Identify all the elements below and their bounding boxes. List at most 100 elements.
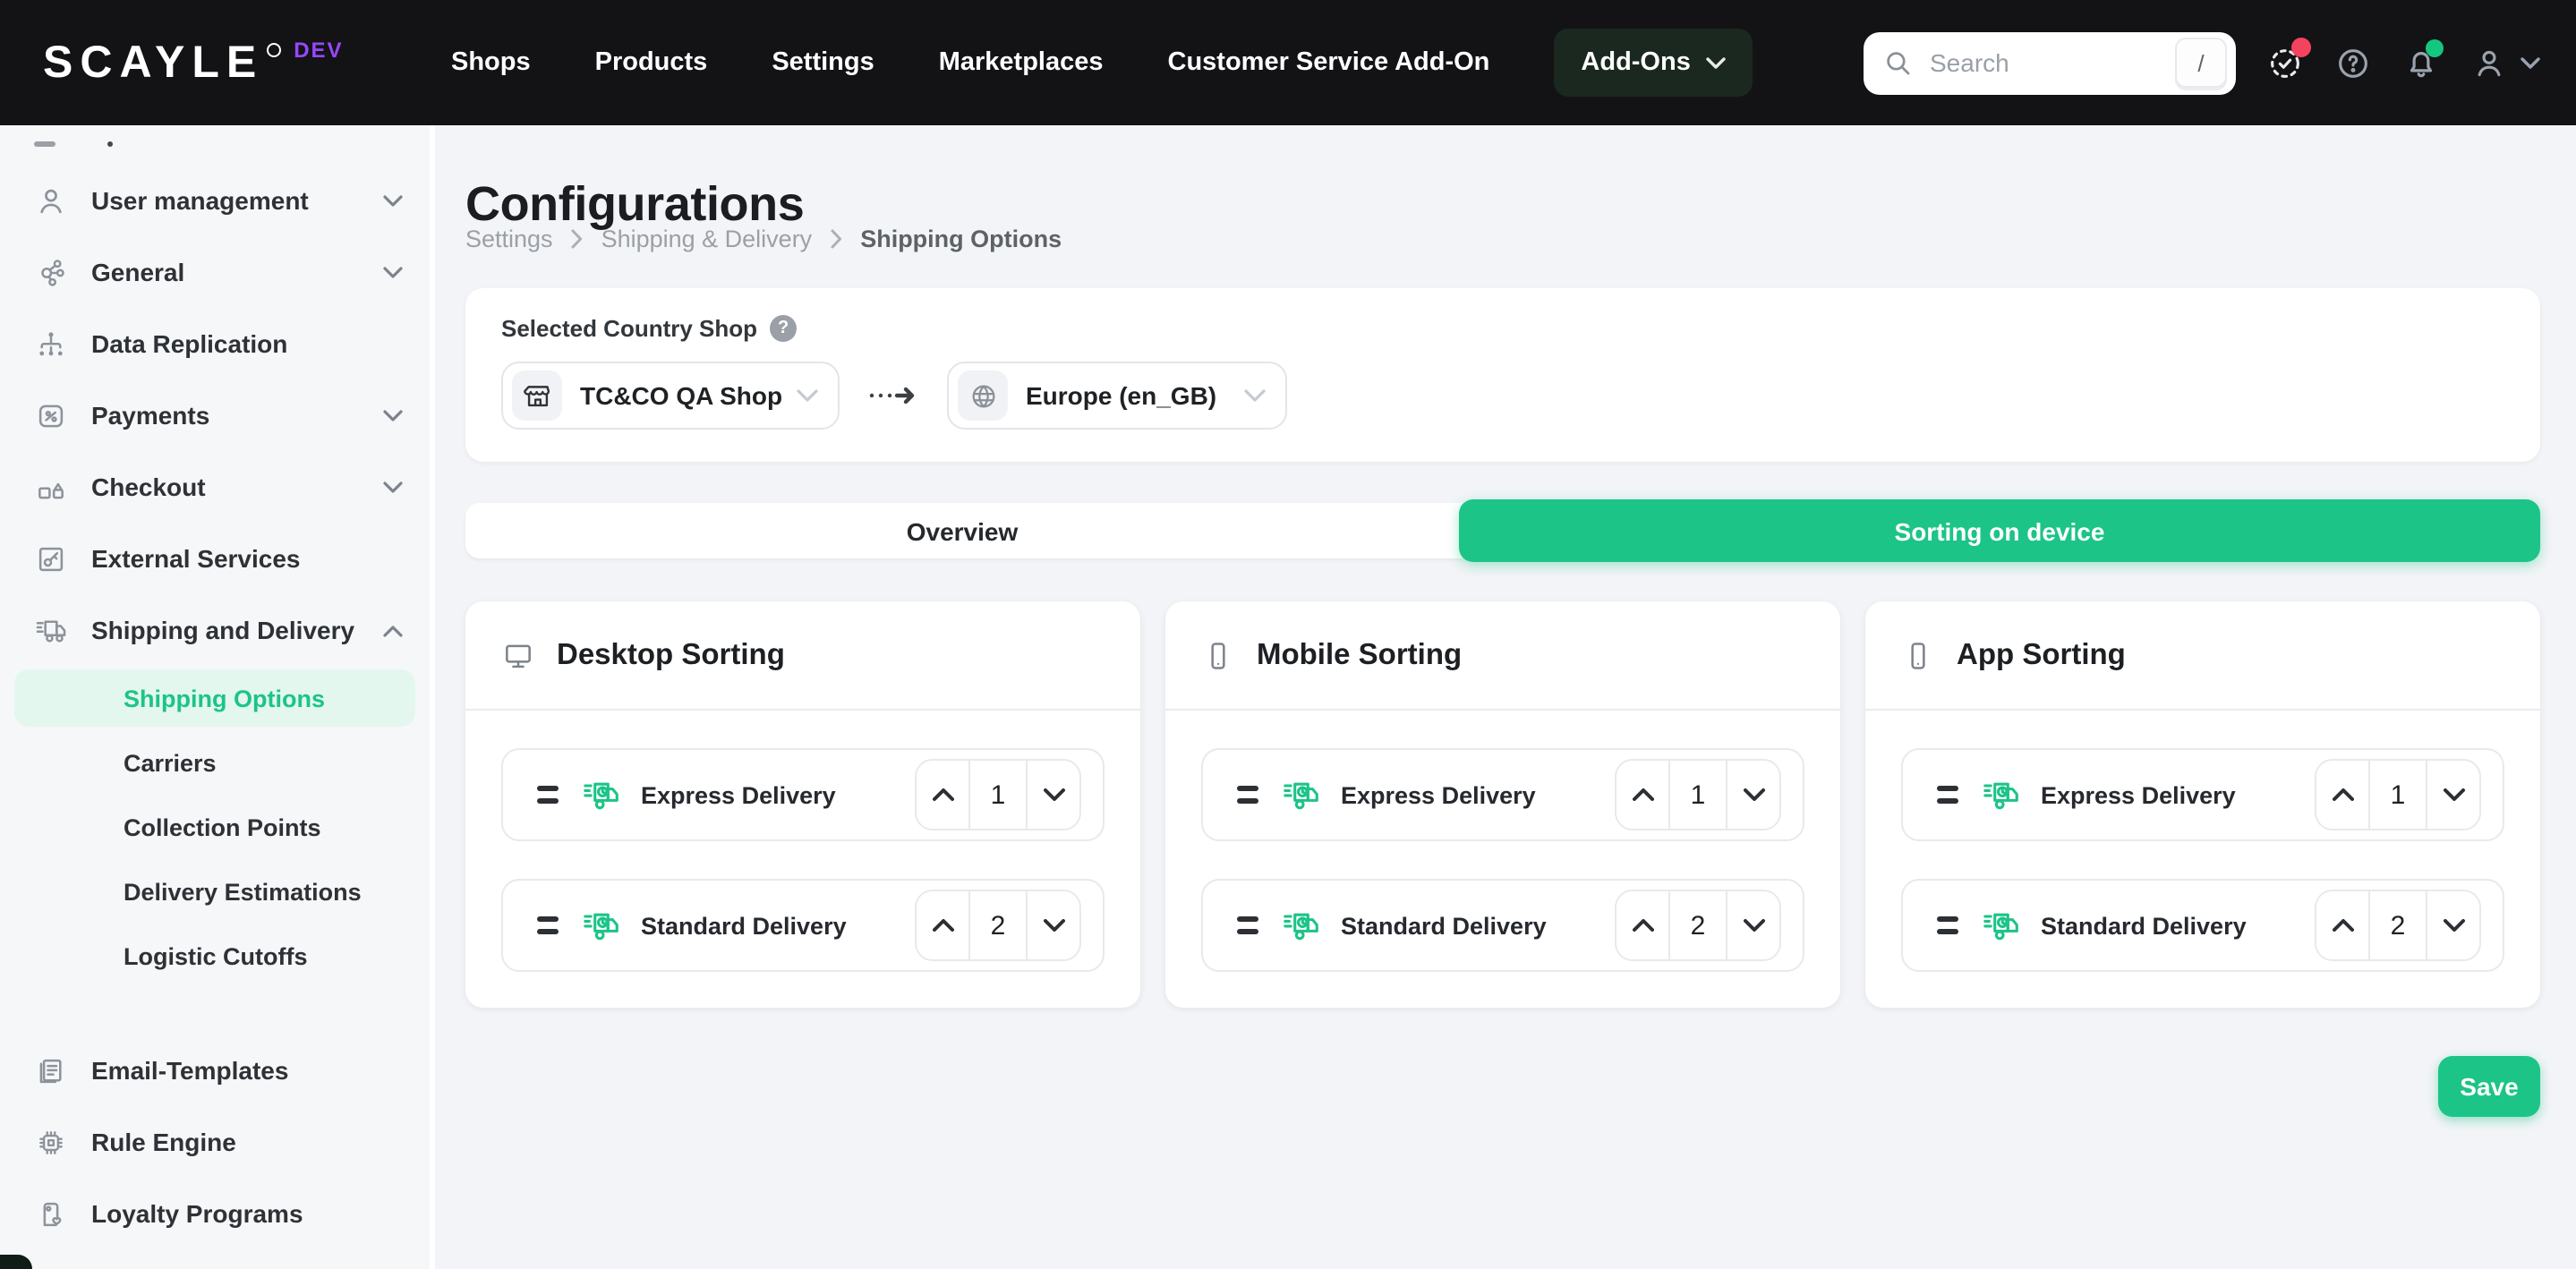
stepper-up-button[interactable] (917, 891, 968, 959)
card-body: Express Delivery 1 Standard Delivery 2 (1165, 711, 1840, 972)
scayle-logo[interactable]: SCAYLE DEV (43, 0, 344, 125)
sidebar-item-general[interactable]: General (0, 236, 430, 308)
stepper-down-button[interactable] (2427, 761, 2479, 829)
drag-handle-icon[interactable] (1237, 786, 1258, 804)
stepper-up-button[interactable] (1616, 891, 1668, 959)
search-input[interactable] (1926, 47, 2175, 79)
sidebar-item-delivery-estimations[interactable]: Delivery Estimations (0, 859, 430, 924)
storefront-icon (512, 370, 562, 421)
status-check-icon[interactable] (2266, 37, 2311, 81)
position-stepper: 2 (2315, 890, 2481, 961)
sidebar-item-external-services[interactable]: External Services (0, 523, 430, 594)
sort-row-express: Express Delivery 1 (1201, 748, 1804, 841)
sidebar: User management General Data Replication (0, 125, 435, 1269)
env-badge: DEV (294, 38, 344, 63)
logo-ring-icon (267, 43, 282, 57)
stepper-up-button[interactable] (917, 761, 968, 829)
nav-customer-service-addon[interactable]: Customer Service Add-On (1168, 48, 1490, 77)
card-header: App Sorting (1865, 601, 2540, 711)
breadcrumb-settings[interactable]: Settings (465, 226, 553, 252)
tab-overview[interactable]: Overview (465, 503, 1459, 558)
sorting-cards: Desktop Sorting Express Delivery 1 Stand… (465, 601, 2540, 1008)
card-body: Express Delivery 1 Standard Delivery 2 (465, 711, 1140, 972)
delivery-truck-icon (582, 777, 621, 813)
tag-heart-icon (34, 1197, 68, 1231)
position-value[interactable]: 1 (968, 761, 1028, 829)
position-value[interactable]: 1 (1668, 761, 1727, 829)
stepper-up-button[interactable] (1616, 761, 1668, 829)
help-badge-icon[interactable]: ? (770, 315, 798, 342)
drag-handle-icon[interactable] (1937, 916, 1958, 934)
stepper-down-button[interactable] (1727, 761, 1779, 829)
shipping-option-label: Express Delivery (1341, 781, 1536, 808)
monitor-icon (501, 638, 535, 672)
sidebar-item-checkout[interactable]: Checkout (0, 451, 430, 523)
position-value[interactable]: 1 (2368, 761, 2427, 829)
topbar-icons (2266, 37, 2540, 81)
checkout-icon (34, 470, 68, 504)
logo-text: SCAYLE (43, 37, 264, 87)
sidebar-item-rule-engine[interactable]: Rule Engine (0, 1106, 430, 1178)
chevron-down-icon (1707, 56, 1727, 69)
mobile-sorting-card: Mobile Sorting Express Delivery 1 Standa… (1165, 601, 1840, 1008)
page-title: Configurations (465, 177, 805, 232)
country-select-value: Europe (en_GB) (1026, 381, 1217, 410)
card-header: Desktop Sorting (465, 601, 1140, 711)
drag-handle-icon[interactable] (537, 786, 559, 804)
shop-select-value: TC&CO QA Shop (580, 381, 783, 410)
shop-selector-card: Selected Country Shop ? TC&CO QA Shop Eu… (465, 288, 2540, 462)
stepper-down-button[interactable] (1028, 891, 1079, 959)
notifications-bell-icon[interactable] (2402, 38, 2444, 81)
desktop-sorting-card: Desktop Sorting Express Delivery 1 Stand… (465, 601, 1140, 1008)
card-title: App Sorting (1957, 638, 2126, 670)
sidebar-item-collection-points[interactable]: Collection Points (0, 795, 430, 859)
sidebar-item-data-replication[interactable]: Data Replication (0, 308, 430, 379)
position-value[interactable]: 2 (2368, 891, 2427, 959)
drag-handle-icon[interactable] (1937, 786, 1958, 804)
shop-select[interactable]: TC&CO QA Shop (501, 362, 840, 430)
card-title: Mobile Sorting (1257, 638, 1463, 670)
nav-shops[interactable]: Shops (451, 48, 531, 77)
stepper-down-button[interactable] (1727, 891, 1779, 959)
stepper-up-button[interactable] (2316, 891, 2368, 959)
country-select[interactable]: Europe (en_GB) (947, 362, 1287, 430)
sort-row-standard: Standard Delivery 2 (1901, 879, 2504, 972)
nav-addons-dropdown[interactable]: Add-Ons (1554, 29, 1753, 97)
sidebar-item-shipping-options[interactable]: Shipping Options (14, 669, 415, 727)
position-stepper: 1 (2315, 759, 2481, 830)
sidebar-item-logistic-cutoffs[interactable]: Logistic Cutoffs (0, 924, 430, 988)
sort-row-express: Express Delivery 1 (1901, 748, 2504, 841)
sidebar-item-user-management[interactable]: User management (0, 165, 430, 236)
help-icon[interactable] (2334, 44, 2372, 81)
sort-row-standard: Standard Delivery 2 (501, 879, 1105, 972)
card-body: Express Delivery 1 Standard Delivery 2 (1865, 711, 2540, 972)
drag-handle-icon[interactable] (1237, 916, 1258, 934)
alert-badge (2291, 37, 2311, 56)
sidebar-item-loyalty-programs[interactable]: Loyalty Programs (0, 1178, 430, 1249)
position-stepper: 1 (915, 759, 1081, 830)
drag-handle-icon[interactable] (537, 916, 559, 934)
stepper-down-button[interactable] (2427, 891, 2479, 959)
nodes-icon (34, 255, 68, 289)
sidebar-item-shipping-and-delivery[interactable]: Shipping and Delivery (0, 594, 430, 666)
truck-icon (34, 613, 68, 647)
sidebar-item-carriers[interactable]: Carriers (0, 730, 430, 795)
sidebar-item-payments[interactable]: Payments (0, 379, 430, 451)
account-menu[interactable] (2470, 44, 2540, 81)
shipping-option-label: Standard Delivery (2041, 912, 2247, 939)
nav-marketplaces[interactable]: Marketplaces (939, 48, 1104, 77)
tab-sorting-on-device[interactable]: Sorting on device (1459, 499, 2540, 562)
shipping-option-label: Express Delivery (641, 781, 836, 808)
stepper-down-button[interactable] (1028, 761, 1079, 829)
user-icon (34, 183, 68, 217)
sort-row-standard: Standard Delivery 2 (1201, 879, 1804, 972)
stepper-up-button[interactable] (2316, 761, 2368, 829)
save-button[interactable]: Save (2438, 1056, 2540, 1117)
position-value[interactable]: 2 (968, 891, 1028, 959)
chevron-up-icon (383, 624, 403, 636)
nav-settings[interactable]: Settings (772, 48, 874, 77)
sidebar-item-email-templates[interactable]: Email-Templates (0, 1035, 430, 1106)
position-value[interactable]: 2 (1668, 891, 1727, 959)
nav-products[interactable]: Products (595, 48, 708, 77)
breadcrumb-shipping-delivery[interactable]: Shipping & Delivery (601, 226, 813, 252)
